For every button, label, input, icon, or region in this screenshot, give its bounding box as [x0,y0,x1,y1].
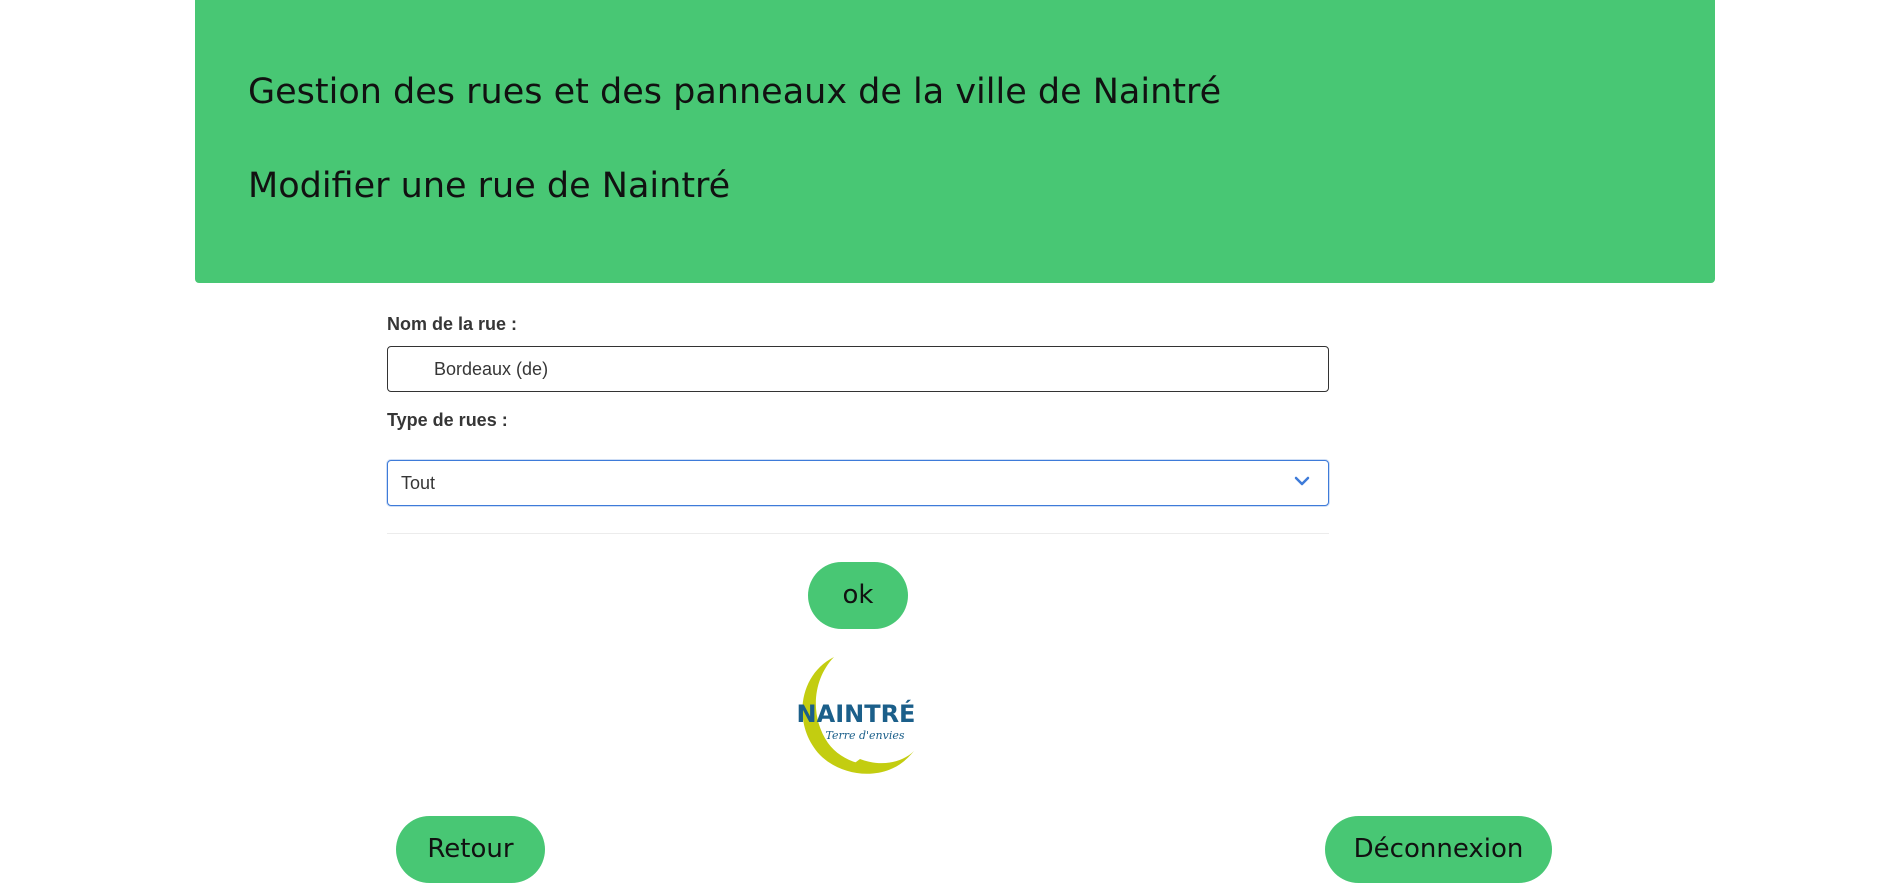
chevron-down-icon [1294,476,1310,486]
form-divider [387,533,1329,534]
logo-name: NAINTRÉ [797,699,916,728]
logout-button[interactable]: Déconnexion [1325,816,1552,883]
street-name-label: Nom de la rue : [387,314,518,334]
street-type-select[interactable]: Tout [387,460,1329,506]
page-title: Gestion des rues et des panneaux de la v… [248,72,1222,112]
logo-tagline: Terre d'envies [825,729,904,742]
naintre-logo: NAINTRÉ Terre d'envies [797,657,916,774]
street-type-label: Type de rues : [387,410,508,430]
ok-button[interactable]: ok [808,562,908,629]
page-header: Gestion des rues et des panneaux de la v… [195,0,1715,283]
page-subtitle: Modifier une rue de Naintré [248,166,731,206]
back-button[interactable]: Retour [396,816,545,883]
street-type-selected-value: Tout [401,473,436,493]
street-name-input[interactable] [387,346,1329,392]
